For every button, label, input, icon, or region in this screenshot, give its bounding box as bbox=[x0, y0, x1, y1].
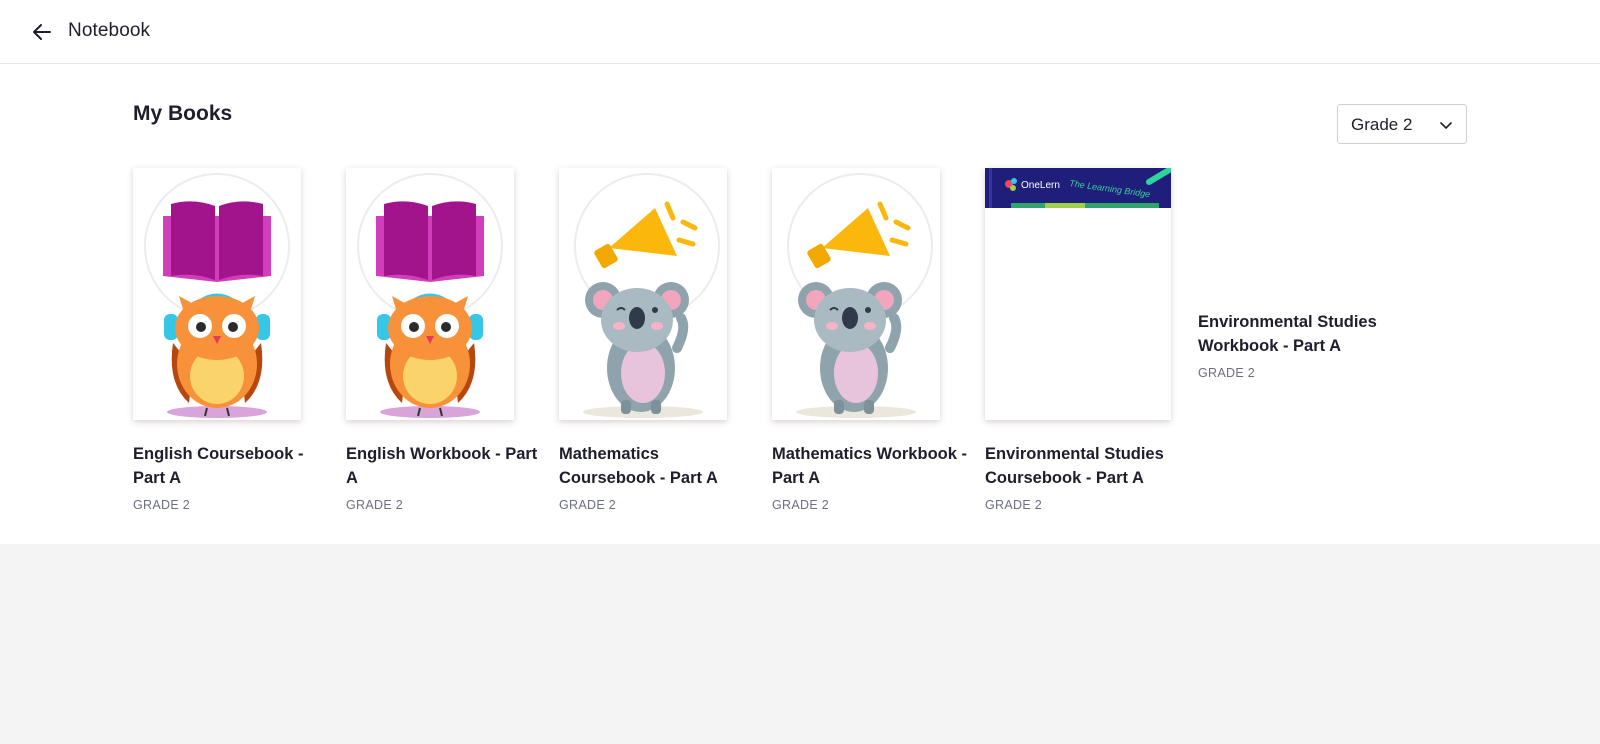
onelern-cover: OneLern The Learning Bridge bbox=[985, 168, 1171, 208]
koala-megaphone-illustration bbox=[787, 173, 933, 418]
book-grade: GRADE 2 bbox=[985, 498, 1042, 512]
page-title: Notebook bbox=[68, 20, 151, 41]
book-cover[interactable] bbox=[133, 168, 301, 420]
top-bar: Notebook bbox=[0, 0, 1600, 64]
koala-megaphone-illustration bbox=[574, 173, 720, 418]
book-title[interactable]: Mathematics Coursebook - Part A bbox=[559, 442, 757, 490]
book-grade: GRADE 2 bbox=[559, 498, 616, 512]
book-cover[interactable] bbox=[772, 168, 940, 420]
book-grade: GRADE 2 bbox=[346, 498, 403, 512]
grade-select[interactable]: Grade 2 bbox=[1337, 104, 1467, 144]
book-title[interactable]: English Coursebook - Part A bbox=[133, 442, 331, 490]
book-cover[interactable] bbox=[346, 168, 514, 420]
owl-book-illustration bbox=[357, 173, 503, 418]
arrow-left-icon bbox=[33, 24, 51, 40]
book-title[interactable]: English Workbook - Part A bbox=[346, 442, 544, 490]
back-button[interactable] bbox=[28, 18, 56, 46]
book-cover[interactable] bbox=[559, 168, 727, 420]
book-title[interactable]: Mathematics Workbook - Part A bbox=[772, 442, 970, 490]
owl-book-illustration bbox=[144, 173, 290, 418]
book-title[interactable]: Environmental Studies Coursebook - Part … bbox=[985, 442, 1183, 490]
book-grade: GRADE 2 bbox=[1198, 366, 1255, 380]
section-title: My Books bbox=[133, 102, 233, 125]
my-books-panel: My Books Grade 2 English Coursebook - Pa… bbox=[0, 64, 1600, 544]
cover-brand: OneLern bbox=[1021, 180, 1060, 191]
book-title[interactable]: Environmental Studies Workbook - Part A bbox=[1198, 310, 1428, 358]
grade-select-value: Grade 2 bbox=[1351, 115, 1413, 134]
book-cover[interactable]: OneLern The Learning Bridge bbox=[985, 168, 1171, 420]
chevron-down-icon bbox=[1440, 122, 1452, 129]
book-grade: GRADE 2 bbox=[772, 498, 829, 512]
book-grade: GRADE 2 bbox=[133, 498, 190, 512]
